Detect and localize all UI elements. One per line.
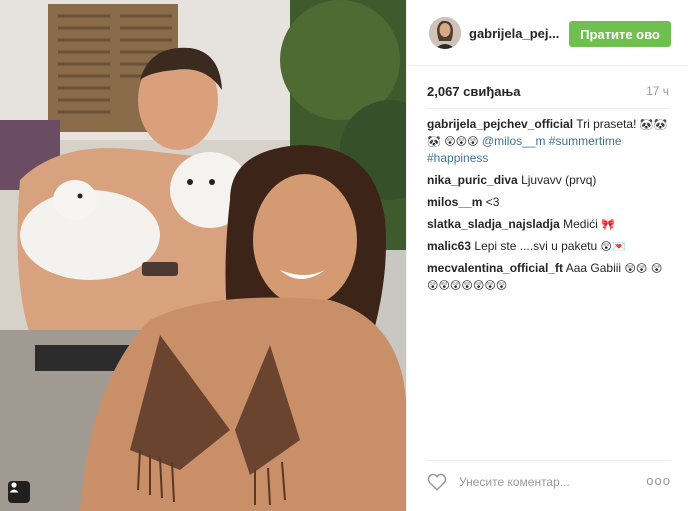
comment: malic63 Lepi ste ....svi u paketu 😲💌 — [427, 238, 671, 255]
comment-text: Tri praseta! — [576, 117, 637, 131]
comment-text: Aaa Gabiii — [565, 261, 622, 275]
comment-input[interactable] — [459, 471, 629, 493]
post-header: gabrijela_pej... Пратите ово — [407, 0, 688, 66]
divider — [427, 108, 669, 109]
comment-footer: ooo — [427, 460, 671, 500]
photo-illustration — [0, 0, 406, 511]
user-tag-button[interactable] — [8, 481, 30, 503]
avatar-image — [429, 17, 461, 49]
avatar[interactable] — [429, 17, 461, 49]
comment: milos__m <3 — [427, 194, 671, 211]
post-details-panel: gabrijela_pej... Пратите ово 2,067 свиђа… — [406, 0, 688, 511]
comment-text: Ljuvavv (prvq) — [521, 173, 597, 187]
comment-username[interactable]: mecvalentina_official_ft — [427, 261, 563, 275]
comment-text: <3 — [485, 195, 500, 209]
post-stats: 2,067 свиђања 17 ч — [427, 84, 669, 102]
comment: mecvalentina_official_ft Aaa Gabiii 😲😲 😲… — [427, 260, 671, 294]
heart-icon[interactable] — [427, 473, 447, 491]
post-photo — [0, 0, 406, 511]
comment-username[interactable]: slatka_sladja_najsladja — [427, 217, 560, 231]
comment: gabrijela_pejchev_official Tri praseta! … — [427, 116, 671, 167]
comment-text: Lepi ste ....svi u paketu — [474, 239, 598, 253]
comment-username[interactable]: milos__m — [427, 195, 482, 209]
comment-username[interactable]: gabrijela_pejchev_official — [427, 117, 573, 131]
comment: slatka_sladja_najsladja Medići 🎀 — [427, 216, 671, 233]
post-time[interactable]: 17 ч — [646, 84, 669, 98]
follow-button[interactable]: Пратите ово — [569, 21, 671, 47]
likes-count[interactable]: 2,067 свиђања — [427, 84, 521, 99]
comment-username[interactable]: nika_puric_diva — [427, 173, 518, 187]
comments-list: gabrijela_pejchev_official Tri praseta! … — [427, 116, 671, 299]
post-username[interactable]: gabrijela_pej... — [469, 26, 559, 41]
comment: nika_puric_diva Ljuvavv (prvq) — [427, 172, 671, 189]
user-icon — [9, 482, 19, 493]
comment-emoji: 😲💌 — [600, 240, 626, 253]
comment-username[interactable]: malic63 — [427, 239, 471, 253]
more-options-button[interactable]: ooo — [646, 473, 671, 488]
comment-emoji: 🎀 — [601, 218, 615, 231]
comment-text: Medići — [563, 217, 598, 231]
